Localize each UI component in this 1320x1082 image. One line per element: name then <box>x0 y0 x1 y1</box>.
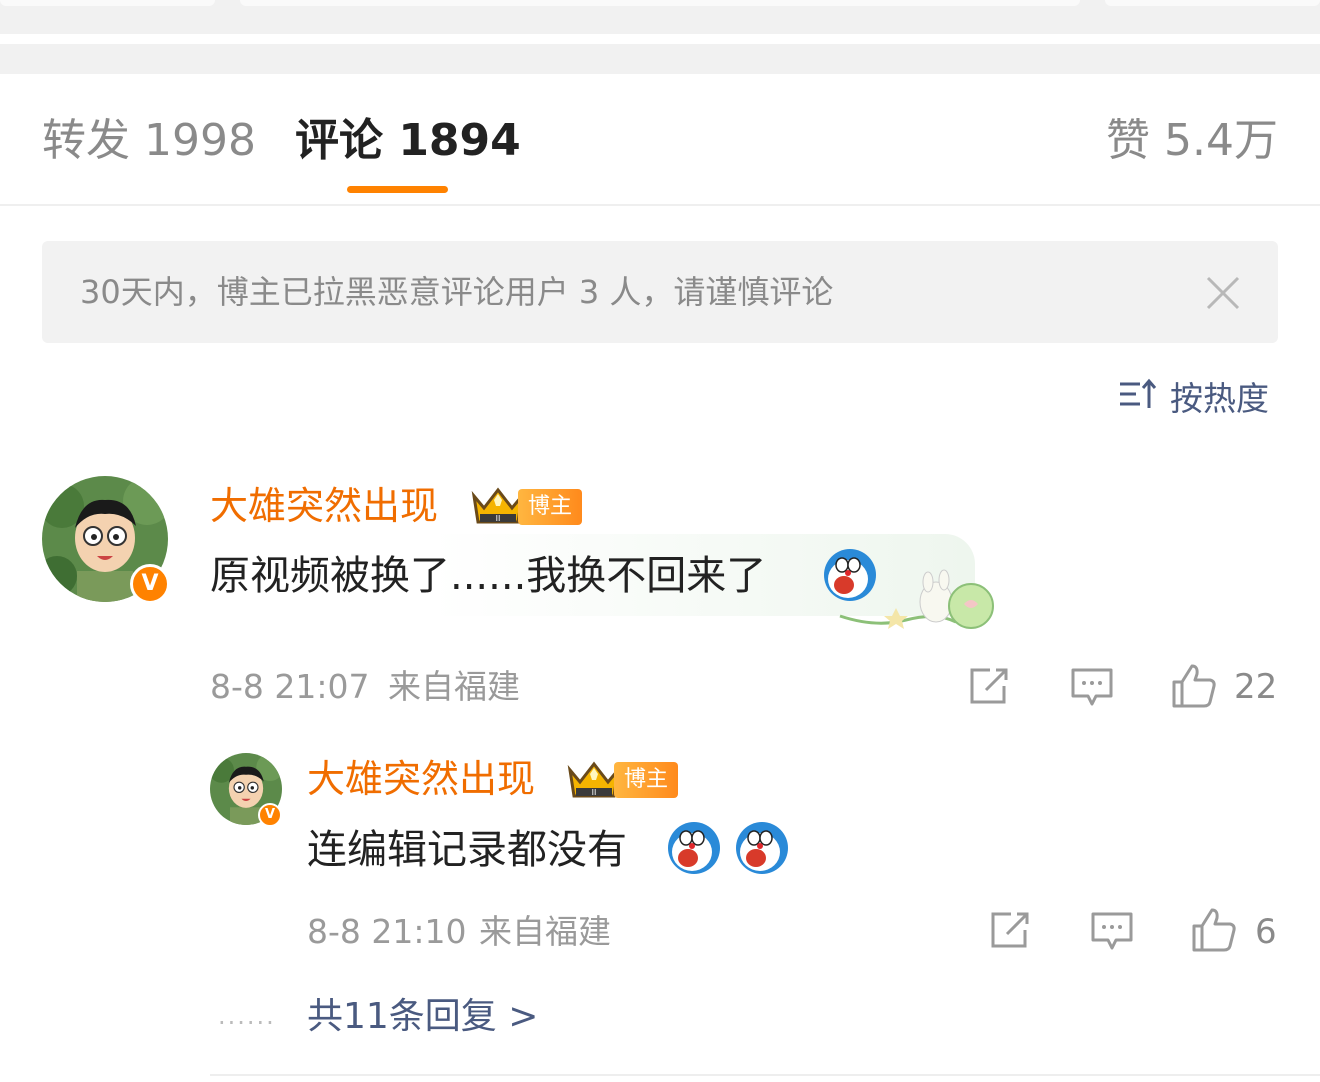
notice-text: 30天内，博主已拉黑恶意评论用户 3 人，请谨慎评论 <box>80 273 834 311</box>
doraemon-emoji-icon <box>734 820 790 880</box>
reply-location: 来自福建 <box>479 912 611 951</box>
like-count: 6 <box>1255 912 1277 952</box>
sort-icon <box>1118 376 1158 416</box>
like-count: 22 <box>1234 667 1278 707</box>
avatar[interactable]: V <box>42 476 170 604</box>
top-band <box>0 0 1320 34</box>
divider <box>210 1074 1320 1076</box>
separator-band <box>0 44 1320 74</box>
active-tab-indicator <box>347 186 448 193</box>
tab-bar: 转发 1998 评论 1894 赞 5.4万 <box>0 74 1320 206</box>
avatar[interactable]: V <box>210 753 282 827</box>
blogger-tag: 博主 <box>614 762 678 798</box>
svg-text:II: II <box>496 514 501 523</box>
svg-text:II: II <box>592 788 597 797</box>
reply-dots: ...... <box>218 1002 276 1030</box>
verified-badge-icon: V <box>130 564 170 604</box>
share-icon[interactable] <box>968 666 1012 710</box>
sort-button[interactable]: 按热度 <box>1118 372 1269 420</box>
view-all-replies-link[interactable]: 共11条回复 > <box>307 993 538 1041</box>
close-icon[interactable] <box>1205 275 1241 311</box>
tab-comments[interactable]: 评论 1894 <box>295 114 521 168</box>
bunny-decoration-icon <box>836 568 996 638</box>
comment-timestamp: 8-8 21:07 <box>210 667 370 706</box>
comment-text: 原视频被换了......我换不回来了 <box>210 553 767 599</box>
sort-label: 按热度 <box>1170 379 1269 418</box>
like-icon[interactable] <box>1170 662 1218 714</box>
comment-username[interactable]: 大雄突然出现 <box>210 483 438 529</box>
comment-icon[interactable] <box>1090 910 1134 956</box>
comment-icon[interactable] <box>1070 666 1114 712</box>
share-icon[interactable] <box>989 910 1033 954</box>
doraemon-emoji-icon <box>666 820 722 880</box>
tab-repost[interactable]: 转发 1998 <box>42 114 256 168</box>
top-band-segment <box>0 0 215 6</box>
verified-badge-icon: V <box>258 803 282 827</box>
top-band-segment <box>1105 0 1320 6</box>
block-notice: 30天内，博主已拉黑恶意评论用户 3 人，请谨慎评论 <box>42 241 1278 343</box>
comment-location: 来自福建 <box>388 667 520 706</box>
like-icon[interactable] <box>1190 906 1238 958</box>
top-band-segment <box>240 0 1080 6</box>
reply-username[interactable]: 大雄突然出现 <box>307 756 535 802</box>
tab-likes[interactable]: 赞 5.4万 <box>1106 114 1278 168</box>
reply-timestamp: 8-8 21:10 <box>307 912 467 951</box>
blogger-tag: 博主 <box>518 489 582 525</box>
reply-text: 连编辑记录都没有 <box>307 827 627 873</box>
band-gap <box>0 34 1320 44</box>
